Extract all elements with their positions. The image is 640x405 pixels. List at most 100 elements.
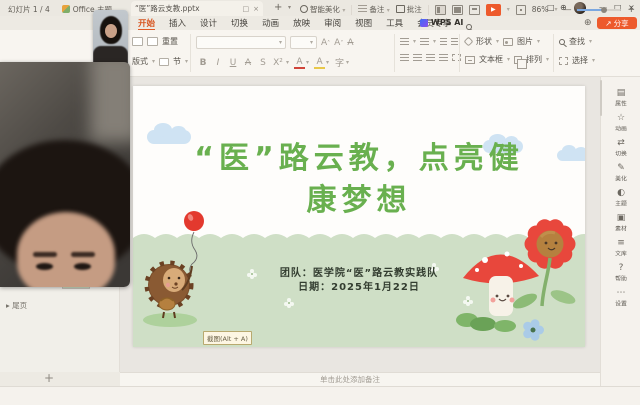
tab-close-icon[interactable]: ×: [253, 5, 259, 13]
normal-view-button[interactable]: [435, 5, 446, 15]
arrange-button[interactable]: 排列: [526, 54, 542, 65]
find-button[interactable]: 查找: [569, 36, 585, 47]
highlight-color-button[interactable]: A: [314, 57, 325, 69]
cloud-upload-icon[interactable]: ⊕: [584, 18, 592, 28]
picture-button[interactable]: 图片: [517, 36, 533, 47]
shapes-button[interactable]: 形状: [476, 36, 492, 47]
zoom-dropdown[interactable]: ▾: [554, 6, 557, 13]
smart-beautify-button[interactable]: 智能美化 ▾: [300, 4, 345, 15]
ribbon-separator: [553, 34, 554, 72]
comment-box-icon: [396, 5, 405, 13]
new-tab-button[interactable]: +: [274, 2, 282, 13]
theme-icon: ◐: [604, 188, 638, 198]
sidebar-item-transition[interactable]: ⇄ 切换: [604, 138, 638, 158]
bold-button[interactable]: B: [196, 58, 210, 68]
zoom-out-button[interactable]: —: [563, 5, 571, 14]
superscript-button[interactable]: X²: [271, 58, 285, 68]
play-slideshow-button[interactable]: ▶: [486, 4, 501, 16]
properties-icon: ▤: [604, 88, 638, 98]
play-options-dropdown[interactable]: ▾: [507, 6, 510, 13]
font-family-select[interactable]: ▾: [196, 36, 286, 49]
canvas-scrollbar[interactable]: [600, 80, 602, 116]
justify-icon[interactable]: [439, 54, 448, 61]
grow-font-button[interactable]: A˄: [321, 38, 330, 48]
zoom-in-button[interactable]: +: [627, 5, 635, 15]
reading-view-button[interactable]: [469, 5, 480, 15]
menu-tab-animation[interactable]: 动画: [255, 17, 286, 29]
tab-restore-icon[interactable]: □: [243, 5, 250, 13]
slide-editing-area[interactable]: “医”路云教，点亮健 康梦想: [133, 86, 585, 347]
sidebar-item-library[interactable]: ≡ 文库: [604, 238, 638, 258]
clear-format-button[interactable]: A: [347, 38, 353, 48]
shrink-font-button[interactable]: A˅: [334, 38, 343, 48]
decrease-indent-icon[interactable]: [440, 38, 447, 45]
align-right-icon[interactable]: [426, 54, 435, 61]
section-icon: [159, 58, 169, 66]
sidebar-item-beautify[interactable]: ✎ 美化: [604, 163, 638, 183]
sidebar-item-settings[interactable]: ⋯ 设置: [604, 288, 638, 308]
sidebar-item-animation[interactable]: ☆ 动画: [604, 113, 638, 133]
material-icon: ▣: [604, 213, 638, 223]
section-button[interactable]: 节: [173, 56, 181, 67]
zoom-slider[interactable]: [577, 9, 621, 11]
layout-icon[interactable]: [132, 37, 143, 46]
italic-button[interactable]: I: [211, 58, 225, 68]
notes-placeholder[interactable]: 单击此处添加备注: [320, 374, 380, 385]
sidebar-item-material[interactable]: ▣ 素材: [604, 213, 638, 233]
align-left-icon[interactable]: [400, 54, 409, 61]
play-icon: ▶: [491, 6, 496, 13]
webcam-feed-large[interactable]: [0, 62, 130, 287]
shadow-button[interactable]: S: [256, 58, 270, 68]
increase-indent-icon[interactable]: [451, 38, 458, 45]
sidebar-item-help[interactable]: ? 帮助: [604, 263, 638, 283]
ribbon-font-group: ▾ ▾ A˄ A˅ A B I U A S X² ▾ A ▾ A ▾ 字 ▾: [196, 36, 354, 69]
sidebar-item-theme[interactable]: ◐ 主题: [604, 188, 638, 208]
reset-icon[interactable]: [147, 37, 158, 46]
screenshot-hint-tooltip: 截图(Alt + A): [203, 331, 252, 345]
menu-tab-design[interactable]: 设计: [193, 17, 224, 29]
notes-button[interactable]: 备注 ▾: [358, 4, 389, 15]
thumbnail-section-label[interactable]: ▸ 尾页: [6, 300, 27, 311]
add-slide-button[interactable]: +: [44, 371, 54, 385]
webcam-background: [90, 62, 130, 142]
zoom-slider-knob[interactable]: [601, 7, 607, 13]
bullets-icon[interactable]: [400, 38, 409, 45]
textbox-button[interactable]: 文本框: [479, 54, 503, 65]
numbering-icon[interactable]: [420, 38, 429, 45]
font-color-button[interactable]: A: [294, 57, 305, 69]
wps-ai-button[interactable]: WPS AI: [420, 18, 463, 27]
zoom-level[interactable]: 86%: [532, 5, 549, 14]
tab-list-dropdown-icon[interactable]: ▾: [288, 4, 291, 11]
notes-bar[interactable]: 单击此处添加备注: [120, 372, 600, 386]
comment-button[interactable]: 批注: [396, 4, 422, 15]
arrange-icon: [514, 56, 522, 64]
strikethrough-button[interactable]: A: [241, 58, 255, 68]
select-button[interactable]: 选择: [572, 55, 588, 66]
wps-ai-logo-icon: [420, 19, 428, 27]
find-icon: [559, 39, 565, 45]
ribbon-separator: [394, 34, 395, 72]
select-icon: [559, 57, 568, 65]
webcam-person-eyebrow: [71, 252, 95, 257]
notes-lines-icon: [358, 5, 367, 12]
menu-tab-transition[interactable]: 切换: [224, 17, 255, 29]
menu-tab-home[interactable]: 开始: [131, 17, 162, 29]
layout-button[interactable]: 版式: [132, 56, 148, 67]
menu-tab-insert[interactable]: 插入: [162, 17, 193, 29]
slide-sorter-view-button[interactable]: [452, 5, 463, 15]
character-spacing-button[interactable]: 字: [334, 56, 345, 69]
share-arrow-icon: ↗: [605, 19, 611, 28]
font-size-select[interactable]: ▾: [290, 36, 317, 49]
underline-button[interactable]: U: [226, 58, 240, 68]
sidebar-item-properties[interactable]: ▤ 属性: [604, 88, 638, 108]
ribbon-insert-group: 形状 ▾ 图片 ▾ 文本框 ▾ 排列 ▾: [465, 36, 549, 65]
document-tab[interactable]: “医”路云支教.pptx □ ×: [131, 1, 263, 16]
slide-subtitle-textbox[interactable]: 团队：医学院“医”路云教实践队 日期：2025年1月22日: [133, 267, 585, 295]
align-center-icon[interactable]: [413, 54, 422, 61]
fit-to-window-icon[interactable]: [516, 5, 526, 15]
reset-button[interactable]: 重置: [162, 36, 178, 47]
animation-icon: ☆: [604, 113, 638, 123]
slide-counter: 幻灯片 1 / 4: [8, 4, 50, 15]
status-bar: [0, 386, 640, 405]
beautify-circle-icon: [300, 5, 308, 13]
